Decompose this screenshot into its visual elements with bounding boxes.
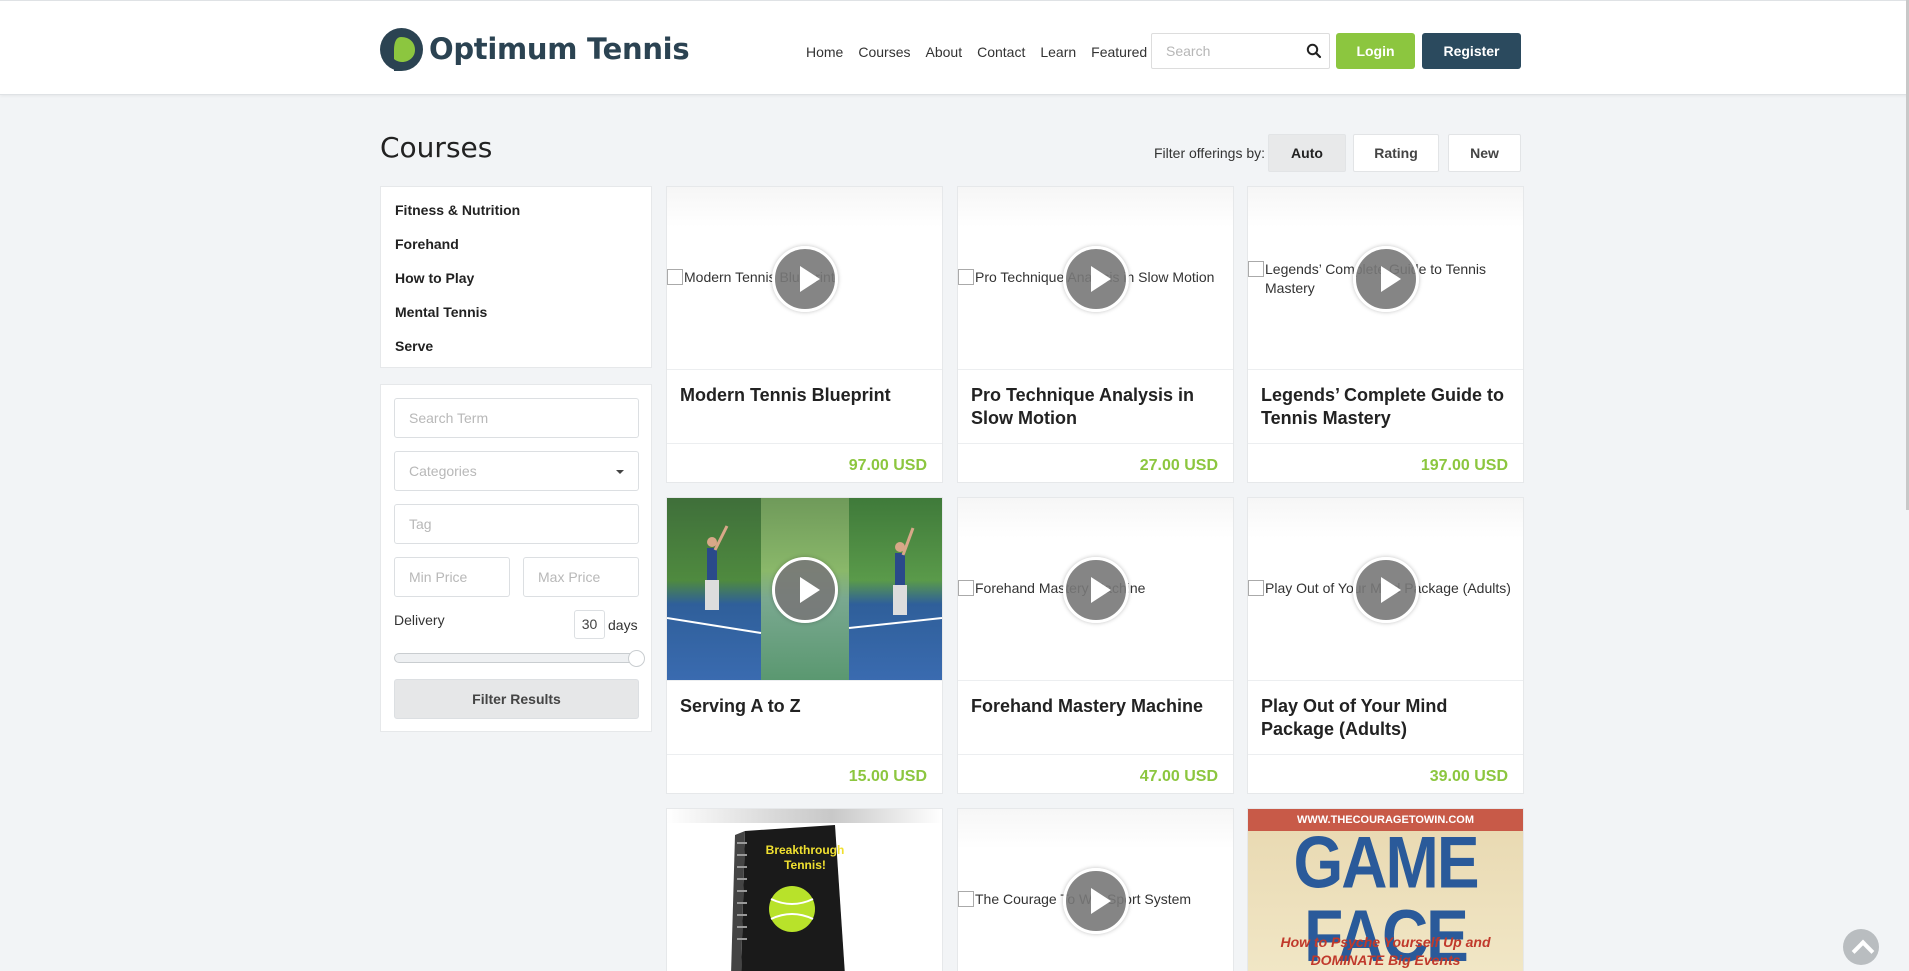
logo-text: Optimum Tennis — [429, 32, 690, 66]
course-price: 15.00 USD — [848, 768, 927, 785]
broken-image-icon — [1248, 580, 1264, 596]
category-panel: Fitness & Nutrition Forehand How to Play… — [380, 186, 652, 368]
play-icon[interactable] — [1063, 868, 1129, 934]
register-button[interactable]: Register — [1422, 33, 1521, 69]
course-price: 47.00 USD — [1139, 768, 1218, 785]
course-card[interactable]: WWW.THECOURAGETOWIN.COM GAME FACE How to… — [1247, 808, 1524, 971]
filter-label: Filter offerings by: — [1154, 145, 1266, 161]
course-thumbnail[interactable]: Play Out of Your Mind Package (Adults) — [1248, 498, 1523, 681]
play-icon[interactable] — [772, 246, 838, 312]
tag-field — [394, 504, 639, 544]
course-price: 97.00 USD — [848, 457, 927, 474]
broken-image-icon — [667, 269, 683, 285]
course-card[interactable]: Legends’ Complete Guide to Tennis Master… — [1247, 186, 1524, 483]
course-card[interactable]: Serving A to Z 15.00 USD — [666, 497, 943, 794]
nav-about[interactable]: About — [926, 43, 963, 60]
filter-results-button[interactable]: Filter Results — [394, 679, 639, 719]
course-thumbnail[interactable]: Legends’ Complete Guide to Tennis Master… — [1248, 187, 1523, 370]
broken-image-icon — [1248, 261, 1264, 277]
course-card[interactable]: Breakthrough Tennis! — [666, 808, 943, 971]
broken-image-icon — [958, 891, 974, 907]
course-card[interactable]: Play Out of Your Mind Package (Adults) P… — [1247, 497, 1524, 794]
course-title[interactable]: Pro Technique Analysis in Slow Motion — [971, 384, 1223, 430]
broken-image-icon — [958, 269, 974, 285]
max-price-input[interactable] — [538, 558, 638, 596]
scroll-to-top-icon[interactable] — [1843, 929, 1879, 965]
search-term-input[interactable] — [409, 399, 638, 437]
course-title[interactable]: Modern Tennis Blueprint — [680, 384, 932, 407]
course-thumbnail[interactable]: WWW.THECOURAGETOWIN.COM GAME FACE How to… — [1248, 809, 1523, 971]
filter-new-button[interactable]: New — [1448, 134, 1521, 172]
main-nav: Home Courses About Contact Learn Feature… — [806, 1, 1162, 101]
delivery-unit: days — [608, 617, 638, 633]
filter-auto-button[interactable]: Auto — [1268, 134, 1346, 172]
header-search-input[interactable] — [1152, 34, 1302, 68]
play-icon[interactable] — [772, 557, 838, 623]
delivery-days-input[interactable]: 30 — [574, 610, 605, 639]
page-title: Courses — [380, 131, 493, 164]
categories-select-placeholder: Categories — [409, 463, 477, 479]
course-thumbnail[interactable]: Forehand Mastery Machine — [958, 498, 1233, 681]
search-icon[interactable] — [1306, 43, 1322, 59]
category-fitness-nutrition[interactable]: Fitness & Nutrition — [395, 193, 651, 227]
categories-select[interactable]: Categories — [394, 451, 639, 491]
broken-image-icon — [958, 580, 974, 596]
play-icon[interactable] — [1063, 557, 1129, 623]
nav-contact[interactable]: Contact — [977, 43, 1025, 60]
search-filter-panel: Categories Delivery 30 days Filter Resul… — [380, 384, 652, 732]
course-title[interactable]: Forehand Mastery Machine — [971, 695, 1223, 718]
play-icon[interactable] — [1063, 246, 1129, 312]
category-serve[interactable]: Serve — [395, 329, 651, 363]
course-price: 39.00 USD — [1429, 768, 1508, 785]
course-card[interactable]: Modern Tennis Blueprint Modern Tennis Bl… — [666, 186, 943, 483]
nav-home[interactable]: Home — [806, 43, 843, 60]
course-card[interactable]: Pro Technique Analysis in Slow Motion Pr… — [957, 186, 1234, 483]
course-thumbnail[interactable]: The Courage To Win Sport System — [958, 809, 1233, 971]
category-mental-tennis[interactable]: Mental Tennis — [395, 295, 651, 329]
course-thumbnail[interactable]: Pro Technique Analysis in Slow Motion — [958, 187, 1233, 370]
site-header: Optimum Tennis Home Courses About Contac… — [0, 0, 1909, 95]
course-card[interactable]: Forehand Mastery Machine Forehand Master… — [957, 497, 1234, 794]
login-button[interactable]: Login — [1336, 33, 1415, 69]
course-thumbnail[interactable]: Breakthrough Tennis! — [667, 809, 942, 971]
category-forehand[interactable]: Forehand — [395, 227, 651, 261]
max-price-field — [523, 557, 639, 597]
tag-input[interactable] — [409, 505, 638, 543]
header-search — [1151, 33, 1330, 69]
course-price: 197.00 USD — [1420, 457, 1508, 474]
delivery-label: Delivery — [394, 612, 445, 628]
play-icon[interactable] — [1353, 557, 1419, 623]
cover-subtitle-line1: How to Psyche Yourself Up and — [1280, 934, 1491, 950]
search-term-field — [394, 398, 639, 438]
nav-courses[interactable]: Courses — [858, 43, 910, 60]
delivery-slider[interactable] — [394, 653, 637, 663]
ebook-title-line1: Breakthrough — [765, 843, 845, 857]
course-title[interactable]: Serving A to Z — [680, 695, 932, 718]
delivery-slider-handle[interactable] — [628, 650, 645, 667]
nav-learn[interactable]: Learn — [1040, 43, 1076, 60]
course-card[interactable]: The Courage To Win Sport System — [957, 808, 1234, 971]
min-price-input[interactable] — [409, 558, 509, 596]
min-price-field — [394, 557, 510, 597]
filter-rating-button[interactable]: Rating — [1353, 134, 1439, 172]
course-price: 27.00 USD — [1139, 457, 1218, 474]
chevron-down-icon — [616, 470, 624, 474]
ebook-title-line2: Tennis! — [784, 858, 826, 872]
course-thumbnail[interactable] — [667, 498, 942, 681]
nav-featured[interactable]: Featured — [1091, 43, 1147, 60]
course-title[interactable]: Play Out of Your Mind Package (Adults) — [1261, 695, 1513, 741]
course-thumbnail[interactable]: Modern Tennis Blueprint — [667, 187, 942, 370]
cover-subtitle-line2: DOMINATE Big Events — [1310, 952, 1461, 968]
play-icon[interactable] — [1353, 246, 1419, 312]
course-title[interactable]: Legends’ Complete Guide to Tennis Master… — [1261, 384, 1513, 430]
logo-icon — [380, 27, 423, 71]
site-logo[interactable]: Optimum Tennis — [380, 27, 690, 71]
category-how-to-play[interactable]: How to Play — [395, 261, 651, 295]
